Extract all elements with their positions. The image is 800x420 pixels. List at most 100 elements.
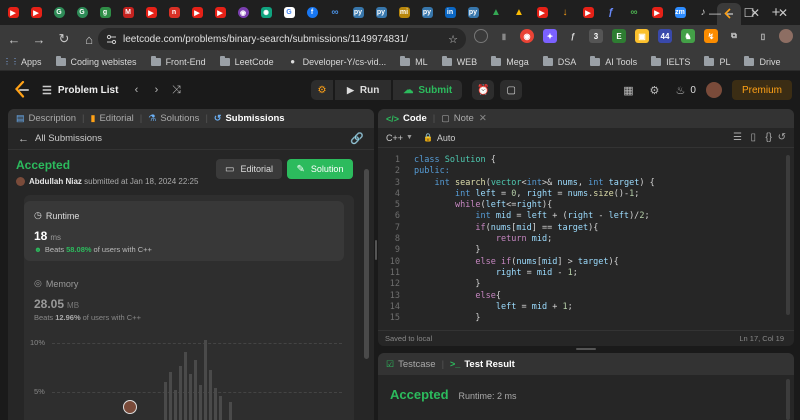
maximize-icon[interactable]: ☐ [732,0,766,25]
timer-icon[interactable]: ⏰ [472,80,495,100]
home-icon[interactable]: ⌂ [78,28,100,50]
leetcode-logo[interactable] [8,76,36,104]
back-icon[interactable]: ← [3,28,25,50]
tab-youtube-3[interactable]: ▶ [142,4,160,22]
mode-label[interactable]: Auto [437,133,456,143]
bookmark-leetcode[interactable]: LeetCode [219,55,274,67]
tab-medium[interactable]: mi [395,4,413,22]
extension-icon[interactable]: E [612,29,626,43]
tab-infinity[interactable]: ∞ [625,4,643,22]
tab-youtube-5[interactable]: ▶ [211,4,229,22]
bookmark-web[interactable]: WEB [441,55,477,67]
tab-gfg[interactable]: g [96,4,114,22]
tab-test-result[interactable]: >_ Test Result [450,359,515,370]
tab-youtube-2[interactable]: ▶ [27,4,45,22]
tab-python[interactable]: py [349,4,367,22]
omnibox[interactable]: leetcode.com/problems/binary-search/subm… [98,28,466,50]
bookmark-apps[interactable]: ⋮⋮ Apps [3,57,42,67]
vertical-splitter-handle[interactable] [375,240,377,260]
tab-meta[interactable]: ∞ [326,4,344,22]
bookmark-dsa[interactable]: DSA [542,55,576,67]
bookmark-ml[interactable]: ML [400,55,428,67]
streak-flame-icon[interactable]: ♨ [670,80,690,100]
link-icon[interactable]: 🔗 [350,132,364,145]
horizontal-splitter-handle[interactable] [576,348,596,350]
minimize-icon[interactable]: — [698,0,732,25]
tab-gmail[interactable]: M [119,4,137,22]
site-info-icon[interactable] [106,34,117,45]
runtime-card[interactable]: ◷ Runtime 18 ms ☻ Beats 58.08% of users … [24,201,344,261]
shuffle-icon[interactable]: ⤨ [166,80,186,100]
tab-code[interactable]: </> Code [386,113,427,124]
next-problem-icon[interactable]: › [146,80,166,100]
editorial-button[interactable]: ▭ Editorial [216,159,282,179]
format-icon[interactable]: ☰ [733,132,742,143]
user-avatar[interactable] [705,82,722,98]
notes-icon[interactable]: ▢ [500,80,523,100]
bookmark-front-end[interactable]: Front-End [150,55,206,67]
tab-purple[interactable]: ◉ [234,4,252,22]
tab-zoom[interactable]: zm [671,4,689,22]
puzzle-icon[interactable]: ⧉ [727,29,741,43]
code-editor[interactable]: 1 class Solution { 2 public: 3 int search(… [378,153,783,323]
tab-python-2[interactable]: py [372,4,390,22]
solution-button[interactable]: ✎ Solution [287,159,353,179]
tab-python-3[interactable]: py [418,4,436,22]
extension-icon[interactable]: ✦ [543,29,557,43]
tab-youtube-6[interactable]: ▶ [533,4,551,22]
tab-yellow[interactable]: ↓ [556,4,574,22]
tab-drive-2[interactable]: ▲ [510,4,528,22]
tab-note[interactable]: ▢ Note ✕ [441,113,487,124]
tab-editorial[interactable]: ▮ Editorial [91,113,134,124]
extension-icon[interactable]: ▣ [635,29,649,43]
debug-icon[interactable]: ⚙ [311,80,333,100]
profile-avatar[interactable] [779,29,793,43]
tab-blue-f[interactable]: ƒ [602,4,620,22]
result-scrollbar[interactable] [786,379,790,420]
your-submission-avatar[interactable] [123,400,137,414]
chevron-down-icon[interactable]: ▼ [406,134,413,141]
tab-red[interactable]: n [165,4,183,22]
problem-list-button[interactable]: ☰ Problem List [42,84,118,97]
close-window-icon[interactable]: ✕ [766,0,800,25]
editor-scrollbar[interactable] [786,155,790,315]
tab-youtube[interactable]: ▶ [4,4,22,22]
tab-facebook[interactable]: f [303,4,321,22]
tab-description[interactable]: ▤ Description [16,113,76,124]
back-arrow-icon[interactable]: ← [18,133,29,145]
close-note-icon[interactable]: ✕ [479,113,487,124]
language-selector[interactable]: C++ [386,133,403,143]
author-name[interactable]: Abdullah Niaz [29,177,82,186]
forward-icon[interactable]: → [28,28,50,50]
submit-button[interactable]: ☁ Submit [393,80,463,100]
memory-card[interactable]: ◎ Memory 28.05 MB Beats 12.96% of users … [24,270,344,322]
bookmark-developer-y[interactable]: ● Developer-Y/cs-vid... [288,57,386,67]
extension-icon[interactable]: ↯ [704,29,718,43]
bookmark-star-icon[interactable]: ☆ [448,33,458,46]
layout-icon[interactable]: ▦ [618,80,638,100]
bookmark-mega[interactable]: Mega [491,55,529,67]
bookmark-drive[interactable]: Drive [744,55,780,67]
tab-chatgpt[interactable]: ✺ [257,4,275,22]
tab-youtube-8[interactable]: ▶ [648,4,666,22]
bookmark-ai-tools[interactable]: AI Tools [590,55,637,67]
tab-testcase[interactable]: ☑ Testcase [386,359,436,370]
tab-solutions[interactable]: ⚗ Solutions [148,113,199,124]
bookmark-icon[interactable]: ▯ [750,132,756,143]
chrome-icon[interactable]: ◉ [520,29,534,43]
bookmark-coding-websites[interactable]: Coding webistes [55,55,137,67]
author-avatar[interactable] [16,177,25,186]
bookmark-pl[interactable]: PL [704,55,730,67]
left-panel-scrollbar[interactable] [364,169,369,359]
reload-icon[interactable]: ↻ [53,28,75,50]
settings-gear-icon[interactable]: ⚙ [644,80,664,100]
sidebar-toggle-icon[interactable]: ▯ [756,29,770,43]
tab-youtube-4[interactable]: ▶ [188,4,206,22]
distribution-chart[interactable]: 10% 5% [24,330,344,420]
prev-problem-icon[interactable]: ‹ [126,80,146,100]
tab-linkedin[interactable]: in [441,4,459,22]
all-submissions-link[interactable]: All Submissions [35,133,102,144]
run-button[interactable]: ▶ Run [335,80,392,100]
tab-python-4[interactable]: py [464,4,482,22]
extension-icon[interactable]: ▮ [497,29,511,43]
